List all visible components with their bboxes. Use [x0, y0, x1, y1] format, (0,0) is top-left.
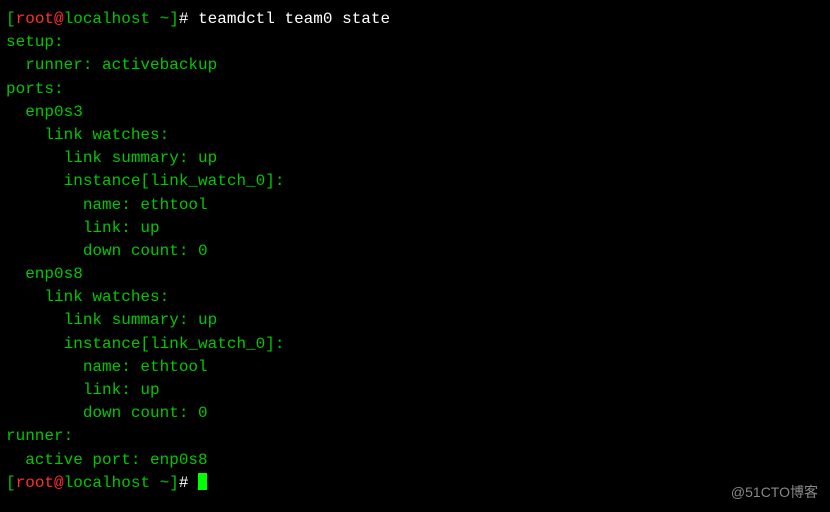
terminal[interactable]: [root@localhost ~]# teamdctl team0 state… [6, 8, 824, 495]
prompt-at: @ [54, 10, 64, 28]
prompt-at-2: @ [54, 474, 64, 492]
bracket-open: [ [6, 10, 16, 28]
output-port2-name: enp0s8 [6, 263, 824, 286]
command-text: teamdctl team0 state [198, 10, 390, 28]
bracket-close-2: ] [169, 474, 179, 492]
output-port2-instance: instance[link_watch_0]: [6, 333, 824, 356]
output-port1-iname: name: ethtool [6, 194, 824, 217]
prompt-path-2: ~ [150, 474, 169, 492]
output-port2-watches: link watches: [6, 286, 824, 309]
output-setup: setup: [6, 31, 824, 54]
prompt-path: ~ [150, 10, 169, 28]
prompt-hash-2: # [179, 474, 198, 492]
prompt-user: root [16, 10, 54, 28]
output-port2-summary: link summary: up [6, 309, 824, 332]
output-runner: runner: [6, 425, 824, 448]
bracket-open-2: [ [6, 474, 16, 492]
output-port1-name: enp0s3 [6, 101, 824, 124]
output-port1-summary: link summary: up [6, 147, 824, 170]
prompt-host: localhost [64, 10, 150, 28]
output-port1-watches: link watches: [6, 124, 824, 147]
output-port2-link: link: up [6, 379, 824, 402]
output-port2-down: down count: 0 [6, 402, 824, 425]
output-port1-instance: instance[link_watch_0]: [6, 170, 824, 193]
output-active-port: active port: enp0s8 [6, 449, 824, 472]
output-runner-line: runner: activebackup [6, 54, 824, 77]
prompt-host-2: localhost [64, 474, 150, 492]
output-port1-link: link: up [6, 217, 824, 240]
prompt-line-1: [root@localhost ~]# teamdctl team0 state [6, 8, 824, 31]
output-port2-iname: name: ethtool [6, 356, 824, 379]
watermark: @51CTO博客 [731, 482, 818, 502]
bracket-close: ] [169, 10, 179, 28]
output-ports: ports: [6, 78, 824, 101]
cursor [198, 473, 207, 490]
output-port1-down: down count: 0 [6, 240, 824, 263]
prompt-hash: # [179, 10, 198, 28]
prompt-line-2[interactable]: [root@localhost ~]# [6, 472, 824, 495]
prompt-user-2: root [16, 474, 54, 492]
